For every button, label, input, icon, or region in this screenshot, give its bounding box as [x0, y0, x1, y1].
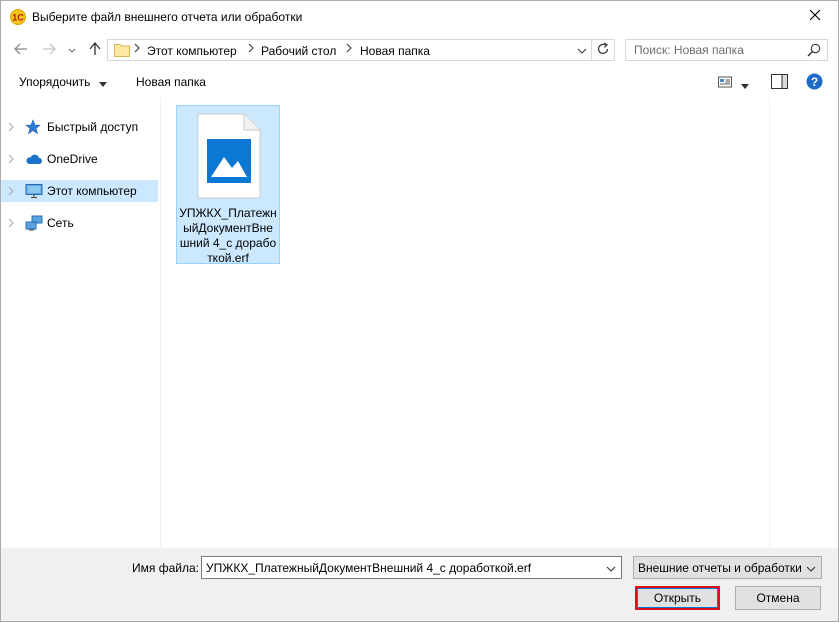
help-button[interactable]: ? [806, 73, 823, 93]
sidebar-item-label: Быстрый доступ [47, 120, 139, 134]
svg-text:1C: 1C [12, 13, 24, 23]
file-open-dialog: 1C Выберите файл внешнего отчета или обр… [0, 0, 839, 622]
search-input[interactable] [626, 40, 809, 60]
new-folder-button[interactable]: Новая папка [136, 75, 206, 89]
star-icon [25, 119, 41, 138]
folder-icon [114, 43, 130, 60]
sidebar-item-onedrive[interactable]: OneDrive [1, 148, 158, 170]
file-name-input[interactable] [202, 557, 601, 578]
chevron-down-icon [606, 561, 616, 575]
computer-icon [25, 183, 43, 202]
chevron-right-icon[interactable] [8, 185, 14, 199]
caret-down-icon [741, 78, 749, 92]
sidebar-item-quick-access[interactable]: Быстрый доступ [1, 116, 158, 138]
chevron-down-icon [68, 43, 76, 57]
dialog-title: Выберите файл внешнего отчета или обрабо… [32, 10, 303, 24]
caret-down-icon [98, 76, 107, 90]
arrow-left-icon [14, 43, 28, 58]
command-toolbar: Упорядочить Новая папка ? [1, 67, 838, 98]
close-icon [809, 9, 821, 24]
refresh-icon [596, 42, 610, 59]
file-item[interactable]: УПЖКХ_ПлатежныйДокументВнешний 4_с дораб… [176, 105, 280, 265]
search-icon[interactable] [807, 43, 821, 60]
chevron-right-icon[interactable] [8, 153, 14, 167]
arrow-right-icon [42, 43, 56, 58]
help-icon: ? [806, 73, 823, 93]
breadcrumb-this-pc[interactable]: Этот компьютер [147, 44, 237, 58]
chevron-right-icon[interactable] [8, 121, 14, 135]
file-type-dropdown-button[interactable] [804, 560, 818, 576]
cancel-button[interactable]: Отмена [735, 586, 821, 610]
title-bar: 1C Выберите файл внешнего отчета или обр… [1, 1, 838, 32]
breadcrumb-chevron-icon[interactable] [248, 43, 254, 56]
sidebar-item-label: Сеть [47, 216, 74, 230]
view-options-button[interactable] [717, 74, 733, 93]
preview-pane-icon [771, 74, 788, 92]
open-button-label: Открыть [653, 591, 702, 605]
up-button[interactable] [86, 38, 104, 62]
file-type-select[interactable]: Внешние отчеты и обработки [633, 556, 822, 579]
address-history-button[interactable] [575, 43, 589, 57]
address-bar[interactable]: Этот компьютер Рабочий стол Новая папка [107, 39, 615, 61]
svg-text:?: ? [811, 75, 818, 89]
cloud-icon [25, 151, 43, 170]
navigation-row: Этот компьютер Рабочий стол Новая папка [1, 33, 838, 67]
cancel-button-label: Отмена [756, 591, 800, 605]
file-name-combobox[interactable] [201, 556, 622, 579]
chevron-down-icon [577, 43, 587, 57]
scroll-divider [769, 98, 770, 548]
preview-pane-button[interactable] [771, 74, 788, 92]
chevron-down-icon [806, 561, 816, 575]
sidebar-item-network[interactable]: Сеть [1, 212, 158, 234]
bottom-panel: Имя файла: Внешние отчеты и обработки От… [1, 548, 838, 621]
file-name-dropdown-button[interactable] [603, 560, 619, 576]
recent-locations-button[interactable] [65, 38, 79, 62]
file-type-value: Внешние отчеты и обработки [638, 561, 802, 575]
1c-icon: 1C [10, 9, 26, 25]
back-button[interactable] [11, 38, 31, 62]
open-button[interactable]: Открыть [635, 586, 720, 610]
sidebar-item-this-pc[interactable]: Этот компьютер [1, 180, 158, 202]
breadcrumb-chevron-icon [134, 43, 140, 56]
refresh-button[interactable] [595, 42, 611, 58]
chevron-right-icon[interactable] [8, 217, 14, 231]
navigation-pane: Быстрый доступ OneDrive Этот компьютер С… [1, 98, 161, 548]
image-file-icon [197, 113, 261, 202]
arrow-up-icon [89, 41, 101, 59]
view-icon [717, 76, 733, 93]
breadcrumb-desktop[interactable]: Рабочий стол [261, 44, 336, 58]
organize-button[interactable]: Упорядочить [19, 75, 107, 90]
file-list-pane: УПЖКХ_ПлатежныйДокументВнешний 4_с дораб… [161, 98, 769, 548]
organize-label: Упорядочить [19, 75, 91, 89]
breadcrumb-chevron-icon[interactable] [346, 43, 352, 56]
sidebar-item-label: OneDrive [47, 152, 98, 166]
file-name-label: УПЖКХ_ПлатежныйДокументВнешний 4_с дораб… [179, 206, 277, 265]
file-name-label: Имя файла: [132, 561, 199, 575]
breadcrumb-new-folder[interactable]: Новая папка [360, 44, 430, 58]
network-icon [25, 215, 43, 234]
sidebar-item-label: Этот компьютер [47, 184, 137, 198]
close-button[interactable] [792, 1, 838, 32]
forward-button[interactable] [39, 38, 59, 62]
view-dropdown-button[interactable] [741, 78, 749, 92]
address-divider [591, 40, 592, 60]
search-box[interactable] [625, 39, 828, 61]
